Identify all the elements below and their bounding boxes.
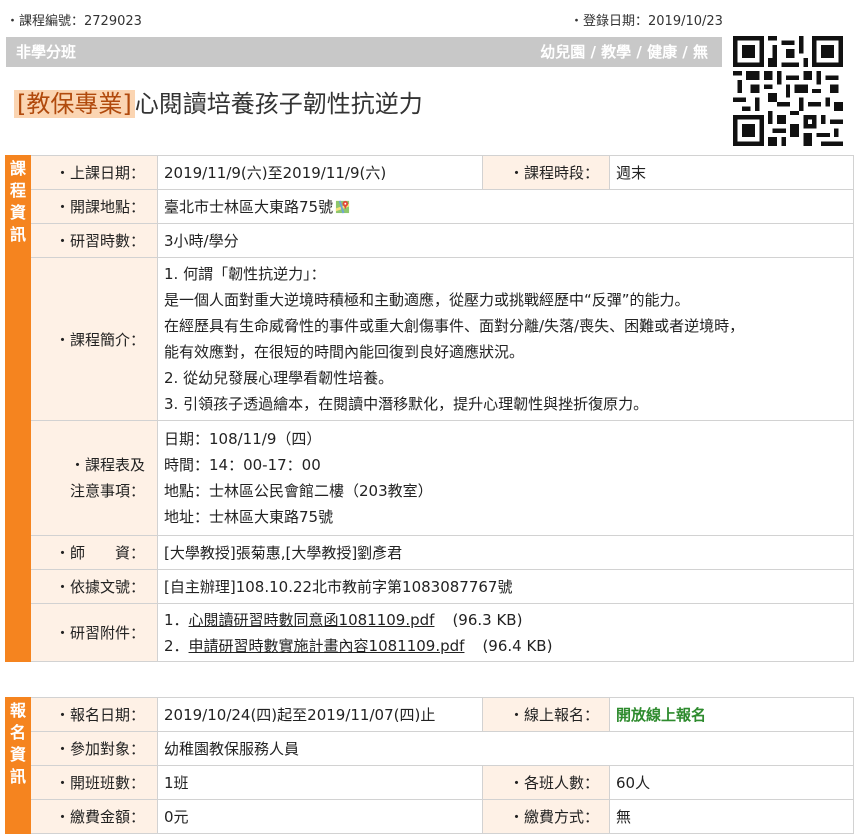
course-date-label: ・上課日期： — [30, 155, 158, 190]
classes-label: ・開班班數： — [30, 765, 158, 800]
schedule-text: 日期：108/11/9（四） 時間：14：00-17：00 地點：士林區公民會館… — [157, 420, 854, 536]
target-label: ・參加對象： — [30, 731, 158, 766]
payment-method-label: ・繳費方式： — [482, 799, 610, 834]
course-date-value: 2019/11/9(六)至2019/11/9(六) — [157, 155, 483, 190]
attachment-list: 1．心閱讀研習時數同意函1081109.pdf (96.3 KB) 2．申請研習時… — [157, 603, 854, 662]
teacher-label: ・師 資： — [30, 535, 158, 570]
location-label: ・開課地點： — [30, 189, 158, 224]
per-class-label: ・各班人數： — [482, 765, 610, 800]
category-tags: 幼兒園 / 教學 / 健康 / 無 — [540, 43, 708, 61]
per-class-value: 60人 — [609, 765, 854, 800]
attachment-link[interactable]: 心閱讀研習時數同意函1081109.pdf — [189, 611, 435, 629]
attachment-link[interactable]: 申請研習時數實施計畫內容1081109.pdf — [189, 637, 465, 655]
teacher-value: [大學教授]張菊惠,[大學教授]劉彥君 — [157, 535, 854, 570]
register-date: ・登錄日期：2019/10/23 — [570, 14, 723, 29]
course-period-value: 週末 — [609, 155, 854, 190]
category-type: 非學分班 — [16, 43, 77, 61]
hours-value: 3小時/學分 — [157, 223, 854, 258]
intro-label: ・課程簡介： — [30, 257, 158, 421]
basis-value: [自主辦理]108.10.22北市教前字第1083087767號 — [157, 569, 854, 604]
registration-side-label: 報名資訊 — [5, 697, 31, 834]
basis-label: ・依據文號： — [30, 569, 158, 604]
course-period-label: ・課程時段： — [482, 155, 610, 190]
category-bar: 非學分班 幼兒園 / 教學 / 健康 / 無 — [6, 37, 722, 67]
target-value: 幼稚園教保服務人員 — [157, 731, 854, 766]
reg-date-value: 2019/10/24(四)起至2019/11/07(四)止 — [157, 697, 483, 732]
course-number: ・課程編號：2729023 — [6, 14, 142, 29]
attachment-item: 2．申請研習時數實施計畫內容1081109.pdf (96.4 KB) — [164, 636, 553, 655]
location-value: 臺北市士林區大東路75號 — [164, 198, 334, 216]
attachment-item: 1．心閱讀研習時數同意函1081109.pdf (96.3 KB) — [164, 610, 523, 629]
classes-value: 1班 — [157, 765, 483, 800]
fee-label: ・繳費金額： — [30, 799, 158, 834]
map-icon[interactable] — [335, 199, 350, 214]
attachment-label: ・研習附件： — [30, 603, 158, 662]
page-title: [教保專業] 心閱讀培養孩子韌性抗逆力 — [14, 84, 423, 119]
course-info-table: 課程資訊 ・上課日期： 2019/11/9(六)至2019/11/9(六) ・課… — [5, 155, 854, 662]
reg-date-label: ・報名日期： — [30, 697, 158, 732]
title-tag: [教保專業] — [14, 90, 135, 118]
attachment-size: (96.3 KB) — [452, 610, 523, 629]
intro-text: 1. 何謂「韌性抗逆力」： 是一個人面對重大逆境時積極和主動適應，從壓力或挑戰經… — [157, 257, 854, 421]
schedule-label: ・課程表及 注意事項： — [30, 420, 158, 536]
qr-code-icon — [733, 36, 843, 146]
attachment-size: (96.4 KB) — [482, 636, 553, 655]
payment-method-value: 無 — [609, 799, 854, 834]
course-info-side-label: 課程資訊 — [5, 155, 31, 662]
hours-label: ・研習時數： — [30, 223, 158, 258]
online-reg-label: ・線上報名： — [482, 697, 610, 732]
registration-table: 報名資訊 ・報名日期： 2019/10/24(四)起至2019/11/07(四)… — [5, 697, 854, 834]
online-reg-status[interactable]: 開放線上報名 — [609, 697, 854, 732]
fee-value: 0元 — [157, 799, 483, 834]
location-cell: 臺北市士林區大東路75號 — [157, 189, 854, 224]
title-text: 心閱讀培養孩子韌性抗逆力 — [134, 90, 423, 118]
